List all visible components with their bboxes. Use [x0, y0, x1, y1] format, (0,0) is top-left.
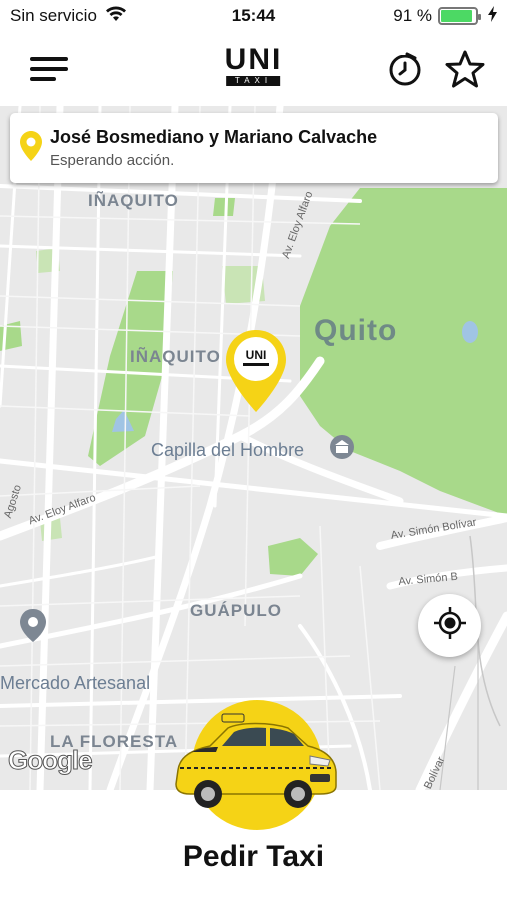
star-icon[interactable]	[445, 49, 485, 89]
pedir-taxi-button[interactable]: Pedir Taxi	[0, 840, 507, 874]
status-right: 91 %	[393, 5, 497, 27]
map-label-quito: Quito	[314, 314, 398, 347]
battery-percent: 91 %	[393, 6, 432, 25]
carrier-text: Sin servicio	[10, 6, 97, 25]
hamburger-menu-icon[interactable]	[30, 47, 74, 91]
address-texts: José Bosmediano y Mariano Calvache Esper…	[50, 127, 377, 169]
my-location-button[interactable]	[418, 594, 481, 657]
status-left: Sin servicio	[10, 6, 127, 27]
address-card[interactable]: José Bosmediano y Mariano Calvache Esper…	[10, 113, 498, 183]
status-bar: Sin servicio 15:44 91 %	[0, 0, 507, 32]
header-actions	[385, 49, 485, 89]
map-label-inaquito-top: IÑAQUITO	[88, 191, 179, 210]
status-time: 15:44	[231, 6, 276, 25]
taxi-car-icon[interactable]	[170, 712, 340, 817]
logo-text: UNI	[224, 43, 283, 76]
clock-icon[interactable]	[385, 49, 425, 89]
battery-icon	[438, 7, 481, 25]
battery-fill	[441, 10, 472, 22]
google-attribution: Google	[8, 745, 94, 776]
map-label-guapulo: GUÁPULO	[190, 601, 282, 620]
wifi-icon	[105, 6, 127, 27]
app-header: UNI TAXI	[0, 32, 507, 106]
charging-icon	[488, 5, 497, 27]
museum-poi-icon	[330, 435, 354, 459]
pin-logo-text: UNI	[245, 348, 267, 362]
crosshair-icon	[432, 605, 468, 646]
location-pin-icon	[20, 130, 42, 166]
address-title: José Bosmediano y Mariano Calvache	[50, 127, 378, 147]
pickup-pin-icon[interactable]: UNI	[226, 330, 286, 417]
logo-sub: TAXI	[226, 76, 281, 86]
map-label-inaquito-mid: IÑAQUITO	[130, 347, 221, 366]
address-status: Esperando acción.	[50, 152, 175, 169]
map-label-capilla: Capilla del Hombre	[151, 440, 305, 460]
uni-taxi-logo: UNI TAXI	[224, 43, 283, 86]
map-view[interactable]: IÑAQUITO IÑAQUITO Quito Capilla del Homb…	[0, 106, 507, 790]
map-label-mercado: Mercado Artesanal	[0, 673, 151, 693]
pin-logo-bar	[243, 363, 269, 366]
